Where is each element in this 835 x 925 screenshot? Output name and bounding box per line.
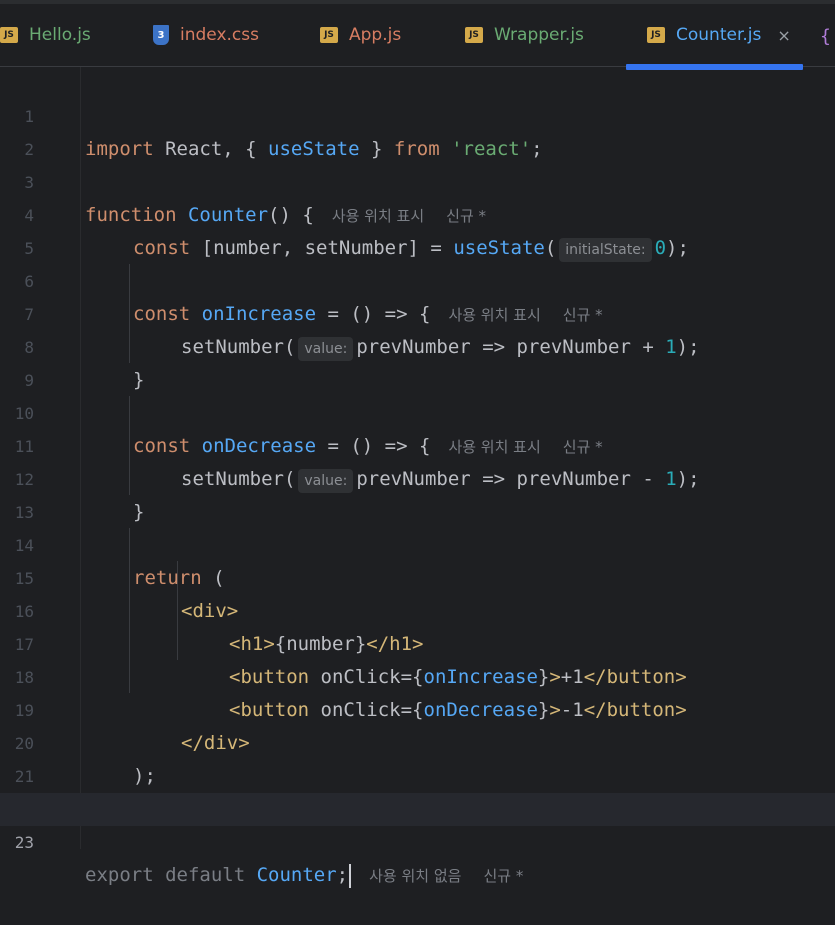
tab-label: Counter.js <box>676 25 762 45</box>
code-line-11[interactable]: 11 setNumber(value: prevNumber => prevNum… <box>0 397 835 493</box>
tab-hello-js[interactable]: JS Hello.js <box>0 4 91 66</box>
tab-wrapper-js[interactable]: JS Wrapper.js <box>465 4 584 66</box>
code-line-17[interactable]: 17 <button onClick={onIncrease}>+1</butt… <box>0 595 835 688</box>
code-line-10[interactable]: 10 const onDecrease = () => {사용 위치 표시 신규 … <box>0 364 835 457</box>
css-file-icon: 3 <box>153 25 169 45</box>
code-line-16[interactable]: 16 <h1>{number}</h1> <box>0 562 835 655</box>
code-line-8[interactable]: 8 } <box>0 298 835 391</box>
code-line-18[interactable]: 18 <button onClick={onDecrease}>-1</butt… <box>0 628 835 721</box>
code-line-20[interactable]: 20 ); <box>0 694 835 787</box>
tab-counter-js[interactable]: JS Counter.js × <box>647 4 791 66</box>
code-text: export default Counter; 사용 위치 없음 신규 * <box>85 863 524 888</box>
code-line-1[interactable]: 1 import React, { useState } from 'react… <box>0 67 835 160</box>
tab-label: App.js <box>349 25 402 45</box>
line-number: 23 <box>14 833 34 852</box>
identifier: Counter <box>256 864 337 886</box>
code-line-6[interactable]: 6 const onIncrease = () => {사용 위치 표시 신규 * <box>0 232 835 325</box>
keyword: export default <box>85 864 257 886</box>
code-line-23[interactable]: 23 export default Counter; 사용 위치 없음 신규 * <box>0 793 835 888</box>
code-line-3[interactable]: 3 function Counter() {사용 위치 표시 신규 * <box>0 133 835 226</box>
code-line-19[interactable]: 19 </div> <box>0 661 835 754</box>
code-editor[interactable]: 1 import React, { useState } from 'react… <box>0 67 835 888</box>
code-line-2[interactable]: 2 <box>0 100 835 159</box>
close-tab-icon[interactable]: × <box>777 26 790 45</box>
code-line-7[interactable]: 7 setNumber(value: prevNumber => prevNumb… <box>0 265 835 361</box>
javascript-file-icon: JS <box>647 27 665 43</box>
next-tab-icon[interactable]: { <box>820 26 831 47</box>
code-line-4[interactable]: 4 const [number, setNumber] = useState(i… <box>0 166 835 262</box>
code-line-5[interactable]: 5 <box>0 199 835 258</box>
tab-index-css[interactable]: 3 index.css <box>153 4 259 66</box>
code-line-9[interactable]: 9 <box>0 331 835 390</box>
tab-label: index.css <box>180 25 259 45</box>
text-caret <box>349 863 352 888</box>
tab-app-js[interactable]: JS App.js <box>320 4 401 66</box>
javascript-file-icon: JS <box>0 27 18 43</box>
code-line-22[interactable]: 22 <box>0 760 835 819</box>
javascript-file-icon: JS <box>320 27 338 43</box>
javascript-file-icon: JS <box>465 27 483 43</box>
code-line-12[interactable]: 12 } <box>0 430 835 523</box>
code-line-14[interactable]: 14 return ( <box>0 496 835 589</box>
code-line-13[interactable]: 13 <box>0 463 835 522</box>
tab-label: Wrapper.js <box>494 25 584 45</box>
editor-tab-bar: JS Hello.js 3 index.css JS App.js JS Wra… <box>0 4 835 70</box>
code-vision-hint[interactable]: 사용 위치 없음 신규 * <box>369 867 523 885</box>
code-line-15[interactable]: 15 <div> <box>0 529 835 622</box>
code-line-21[interactable]: 21 } <box>0 727 835 820</box>
tab-label: Hello.js <box>29 25 91 45</box>
